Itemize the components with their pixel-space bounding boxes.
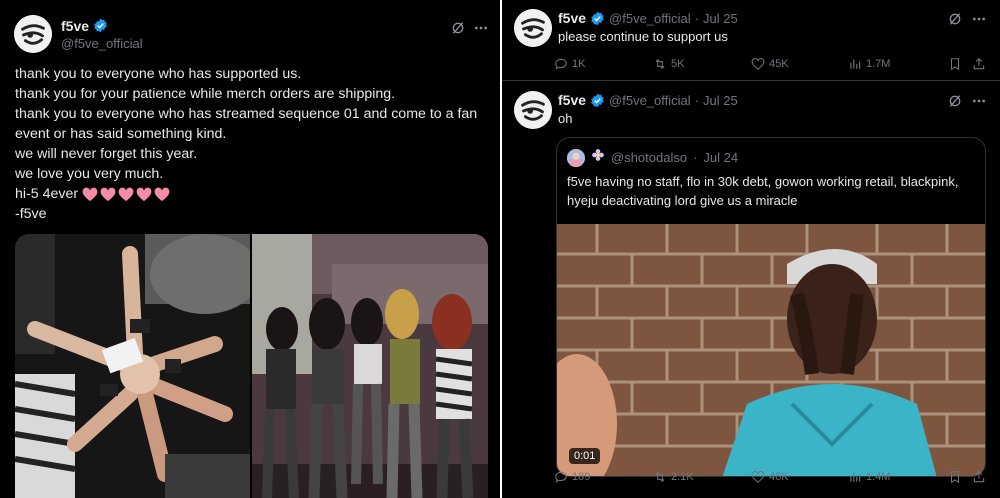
right-timeline: f5ve @f5ve_official · Jul 25 please cont… [502, 0, 1000, 498]
video-duration: 0:01 [569, 448, 601, 464]
tweet-line: thank you for your patience while merch … [15, 86, 396, 102]
views-icon [850, 59, 861, 69]
grok-icon[interactable] [946, 10, 964, 28]
tweet-date[interactable]: Jul 25 [703, 93, 738, 108]
hands-stacked-photo[interactable] [15, 234, 250, 498]
tweet-line: thank you to everyone who has streamed s… [15, 106, 478, 122]
action-bar: 1K 5K 45K 1.7M [554, 55, 994, 73]
view-count: 1.4M [866, 471, 891, 483]
share-button[interactable] [972, 470, 986, 484]
reply-icon [555, 58, 567, 70]
like-count: 45K [769, 58, 789, 70]
share-icon [973, 471, 985, 483]
flower-icon [591, 148, 605, 167]
bookmark-icon [950, 471, 960, 484]
tweet-text: oh [558, 111, 573, 126]
avatar[interactable] [514, 9, 552, 47]
like-count: 46K [769, 471, 789, 483]
tweet-line: we love you very much. [15, 166, 164, 182]
separator: · [693, 150, 698, 165]
share-button[interactable] [972, 57, 986, 71]
tweet-header: f5ve @f5ve_official · Jul 25 [558, 92, 738, 108]
group-photo[interactable] [252, 234, 488, 498]
reply-count: 189 [572, 471, 591, 483]
views-button[interactable]: 1.4M [848, 470, 890, 484]
verified-badge-icon [590, 93, 605, 108]
pink-heart-icon [82, 187, 98, 201]
tweet-line: -f5ve [15, 206, 47, 222]
display-name[interactable]: f5ve [558, 92, 586, 108]
quote-date[interactable]: Jul 24 [703, 150, 738, 165]
tweet[interactable]: f5ve @f5ve_official · Jul 25 please cont… [502, 0, 1000, 81]
action-bar: 189 2.1K 46K 1.4M [554, 468, 994, 486]
grok-icon[interactable] [946, 92, 964, 110]
avatar[interactable] [14, 15, 52, 53]
tweet-header: f5ve @f5ve_official · Jul 25 [558, 10, 738, 26]
pink-heart-icon [100, 187, 116, 201]
more-options-icon[interactable] [472, 19, 490, 37]
views-button[interactable]: 1.7M [848, 57, 890, 71]
repost-count: 5K [671, 58, 685, 70]
left-tweet: f5ve @f5ve_official thank you to everyon… [0, 0, 500, 498]
reply-icon [555, 471, 567, 483]
pink-hearts [82, 187, 170, 202]
tweet-media [15, 234, 488, 498]
quote-line: hyeju deactivating lord give us a miracl… [567, 193, 798, 208]
repost-count: 2.1K [671, 471, 694, 483]
tweet-line-hearts: hi-5 4ever [15, 184, 493, 204]
quote-header: @shotodalso · Jul 24 [567, 148, 738, 167]
more-options-icon[interactable] [970, 92, 988, 110]
heart-icon [751, 57, 765, 70]
repost-button[interactable]: 2.1K [653, 470, 694, 484]
separator: · [694, 10, 699, 26]
avatar[interactable] [514, 91, 552, 129]
tweet-line: we will never forget this year. [15, 146, 198, 162]
repost-button[interactable]: 5K [653, 57, 684, 71]
tweet-header: f5ve @f5ve_official [14, 15, 143, 53]
tweet-line: thank you to everyone who has supported … [15, 66, 302, 82]
handle[interactable]: @f5ve_official [609, 11, 691, 26]
quote-line: f5ve having no staff, flo in 30k debt, g… [567, 174, 959, 189]
display-name[interactable]: f5ve [61, 18, 89, 34]
handle[interactable]: @f5ve_official [61, 36, 143, 51]
quote-avatar[interactable] [567, 148, 585, 167]
more-options-icon[interactable] [970, 10, 988, 28]
like-button[interactable]: 46K [751, 470, 789, 484]
verified-badge-icon [93, 18, 108, 33]
tweet[interactable]: f5ve @f5ve_official · Jul 25 oh @shotoda… [502, 82, 1000, 498]
heart-icon [751, 470, 765, 483]
reply-button[interactable]: 189 [554, 470, 590, 484]
quote-video[interactable]: 0:01 [557, 224, 985, 476]
bookmark-icon [950, 58, 960, 71]
quote-handle[interactable]: @shotodalso [611, 150, 687, 165]
tweet-line: hi-5 4ever [15, 186, 79, 202]
bookmark-button[interactable] [948, 470, 962, 484]
display-name[interactable]: f5ve [558, 10, 586, 26]
handle[interactable]: @f5ve_official [609, 93, 691, 108]
tweet-line: event or has said something kind. [15, 126, 227, 142]
view-count: 1.7M [866, 58, 891, 70]
tweet-text: please continue to support us [558, 29, 728, 44]
repost-icon [655, 472, 665, 482]
pink-heart-icon [154, 187, 170, 201]
grok-icon[interactable] [449, 19, 467, 37]
bookmark-button[interactable] [948, 57, 962, 71]
tweet-date[interactable]: Jul 25 [703, 11, 738, 26]
reply-button[interactable]: 1K [554, 57, 585, 71]
pink-heart-icon [136, 187, 152, 201]
views-icon [850, 472, 861, 482]
reply-count: 1K [572, 58, 586, 70]
separator: · [694, 92, 699, 108]
tweet-text: thank you to everyone who has supported … [15, 64, 493, 224]
verified-badge-icon [590, 11, 605, 26]
repost-icon [655, 59, 665, 69]
share-icon [973, 58, 985, 70]
quoted-tweet[interactable]: @shotodalso · Jul 24 f5ve having no staf… [556, 137, 986, 477]
quote-text: f5ve having no staff, flo in 30k debt, g… [567, 172, 977, 210]
pink-heart-icon [118, 187, 134, 201]
like-button[interactable]: 45K [751, 57, 789, 71]
